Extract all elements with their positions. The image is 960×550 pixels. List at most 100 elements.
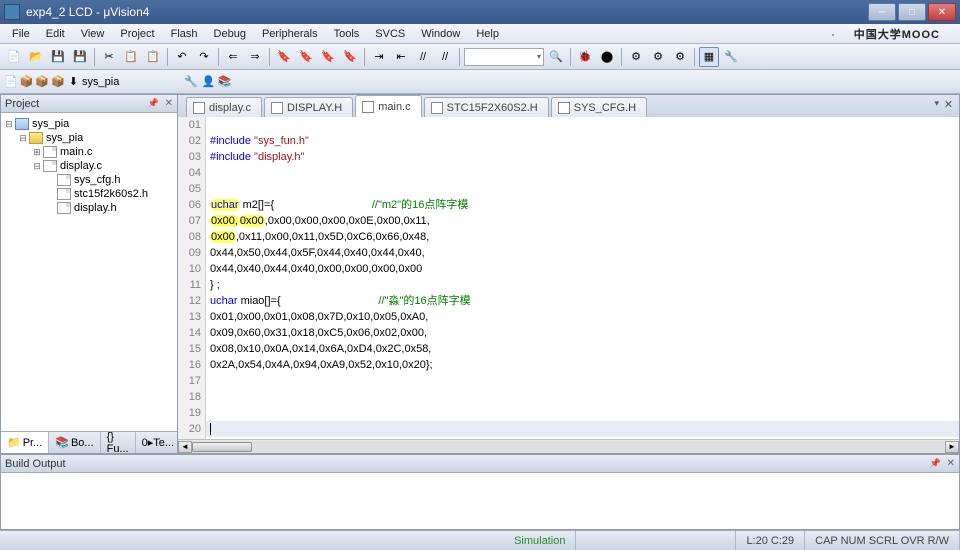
menu-view[interactable]: View <box>73 26 113 42</box>
project-tree[interactable]: ⊟sys_pia ⊟sys_pia ⊞main.c ⊟display.c sys… <box>1 113 177 431</box>
target-combo[interactable]: sys_pia <box>82 76 182 88</box>
cut-icon[interactable]: ✂ <box>99 47 119 67</box>
menu-tools[interactable]: Tools <box>326 26 368 42</box>
maximize-button[interactable]: □ <box>898 3 926 21</box>
menu-debug[interactable]: Debug <box>206 26 254 42</box>
rebuild-icon[interactable]: ⚙ <box>648 47 668 67</box>
open-icon[interactable]: 📂 <box>26 47 46 67</box>
tree-file[interactable]: display.h <box>74 202 117 214</box>
project-panel-header: Project 📌 ✕ <box>1 95 177 113</box>
statusbar: Simulation L:20 C:29 CAP NUM SCRL OVR R/… <box>0 530 960 550</box>
menu-project[interactable]: Project <box>112 26 162 42</box>
config-icon[interactable]: 🔧 <box>721 47 741 67</box>
saveall-icon[interactable]: 💾 <box>70 47 90 67</box>
bookmark-prev-icon[interactable]: 🔖 <box>296 47 316 67</box>
status-cursor-pos: L:20 C:29 <box>736 531 805 550</box>
target-options-icon[interactable]: 🔧 <box>184 75 198 88</box>
status-simulation: Simulation <box>504 531 576 550</box>
batch-build-icon[interactable]: 📦 <box>51 75 65 88</box>
build-output-header: Build Output 📌 ✕ <box>1 455 959 473</box>
tree-file[interactable]: display.c <box>60 160 102 172</box>
titlebar: exp4_2 LCD - μVision4 ─ □ ✕ <box>0 0 960 24</box>
tab-functions[interactable]: {} Fu... <box>101 432 136 453</box>
code-editor[interactable]: 01 02 03 04 05 06 07 08 09 10 11 12 13 1… <box>178 117 959 439</box>
menubar: File Edit View Project Flash Debug Perip… <box>0 24 960 44</box>
tab-stc-h[interactable]: STC15F2X60S2.H <box>424 97 549 117</box>
scroll-thumb[interactable] <box>192 442 252 452</box>
tabs-dropdown-icon[interactable]: ▾ <box>934 98 939 109</box>
tab-display-c[interactable]: display.c <box>186 97 262 117</box>
tab-syscfg-h[interactable]: SYS_CFG.H <box>551 97 647 117</box>
panel-close-icon[interactable]: ✕ <box>165 98 173 109</box>
minimize-button[interactable]: ─ <box>868 3 896 21</box>
close-button[interactable]: ✕ <box>928 3 956 21</box>
rebuild-all-icon[interactable]: 📦 <box>35 75 49 88</box>
tree-file[interactable]: main.c <box>60 146 92 158</box>
project-panel-title: Project <box>5 98 39 110</box>
new-icon[interactable]: 📄 <box>4 47 24 67</box>
watermark: 中国大学MOOC <box>824 24 948 44</box>
find-icon[interactable]: 🔍 <box>546 47 566 67</box>
menu-svcs[interactable]: SVCS <box>367 26 413 42</box>
window-icon[interactable]: ▦ <box>699 47 719 67</box>
scroll-left-icon[interactable]: ◄ <box>178 441 192 453</box>
nav-fwd-icon[interactable]: ⇒ <box>245 47 265 67</box>
pin-icon[interactable]: 📌 <box>930 458 941 469</box>
app-icon <box>4 4 20 20</box>
download-icon[interactable]: ⬇ <box>69 75 78 88</box>
tree-group[interactable]: sys_pia <box>46 132 83 144</box>
tree-file[interactable]: sys_cfg.h <box>74 174 120 186</box>
horizontal-scrollbar[interactable]: ◄ ► <box>178 439 959 453</box>
mooc-logo-icon <box>824 25 842 43</box>
find-combo[interactable] <box>464 48 544 66</box>
menu-help[interactable]: Help <box>468 26 507 42</box>
save-icon[interactable]: 💾 <box>48 47 68 67</box>
build-icon[interactable]: ⚙ <box>626 47 646 67</box>
menu-file[interactable]: File <box>4 26 38 42</box>
project-panel: Project 📌 ✕ ⊟sys_pia ⊟sys_pia ⊞main.c ⊟d… <box>0 94 178 454</box>
outdent-icon[interactable]: ⇤ <box>391 47 411 67</box>
panel-close-icon[interactable]: ✕ <box>947 458 955 469</box>
tab-main-c[interactable]: main.c <box>355 95 421 117</box>
copy-icon[interactable]: 📋 <box>121 47 141 67</box>
uncomment-icon[interactable]: // <box>435 47 455 67</box>
status-caps: CAP NUM SCRL OVR R/W <box>805 531 960 550</box>
build-toolbar: 📄 📦 📦 📦 ⬇ sys_pia 🔧 👤 📚 <box>0 70 960 94</box>
redo-icon[interactable]: ↷ <box>194 47 214 67</box>
code-content[interactable]: #include "sys_fun.h"#include "display.h"… <box>206 117 959 439</box>
build-output-panel: Build Output 📌 ✕ <box>0 454 960 530</box>
tab-project[interactable]: 📁Pr... <box>1 432 49 453</box>
build-output-body[interactable] <box>1 473 959 529</box>
manage-icon[interactable]: 👤 <box>202 75 216 88</box>
scroll-right-icon[interactable]: ► <box>945 441 959 453</box>
debug-icon[interactable]: 🐞 <box>575 47 595 67</box>
tree-file[interactable]: stc15f2k60s2.h <box>74 188 148 200</box>
tab-templates[interactable]: 0▸Te... <box>136 432 181 453</box>
standard-toolbar: 📄 📂 💾 💾 ✂ 📋 📋 ↶ ↷ ⇐ ⇒ 🔖 🔖 🔖 🔖 ⇥ ⇤ // // … <box>0 44 960 70</box>
undo-icon[interactable]: ↶ <box>172 47 192 67</box>
indent-icon[interactable]: ⇥ <box>369 47 389 67</box>
build-output-title: Build Output <box>5 458 66 470</box>
options-icon[interactable]: ⚙ <box>670 47 690 67</box>
bookmark-clear-icon[interactable]: 🔖 <box>340 47 360 67</box>
menu-window[interactable]: Window <box>413 26 468 42</box>
tab-display-h[interactable]: DISPLAY.H <box>264 97 353 117</box>
books-icon[interactable]: 📚 <box>217 75 231 88</box>
menu-flash[interactable]: Flash <box>163 26 206 42</box>
comment-icon[interactable]: // <box>413 47 433 67</box>
paste-icon[interactable]: 📋 <box>143 47 163 67</box>
breakpoint-icon[interactable]: ⬤ <box>597 47 617 67</box>
tab-close-icon[interactable]: ✕ <box>944 98 953 111</box>
bookmark-icon[interactable]: 🔖 <box>274 47 294 67</box>
menu-edit[interactable]: Edit <box>38 26 73 42</box>
tab-books[interactable]: 📚Bo... <box>49 432 100 453</box>
bookmark-next-icon[interactable]: 🔖 <box>318 47 338 67</box>
project-panel-tabs: 📁Pr... 📚Bo... {} Fu... 0▸Te... <box>1 431 177 453</box>
build-target-icon[interactable]: 📦 <box>20 75 34 88</box>
pin-icon[interactable]: 📌 <box>148 98 159 109</box>
editor-area: display.c DISPLAY.H main.c STC15F2X60S2.… <box>178 94 960 454</box>
menu-peripherals[interactable]: Peripherals <box>254 26 326 42</box>
tree-root[interactable]: sys_pia <box>32 118 69 130</box>
nav-back-icon[interactable]: ⇐ <box>223 47 243 67</box>
translate-icon[interactable]: 📄 <box>4 75 18 88</box>
